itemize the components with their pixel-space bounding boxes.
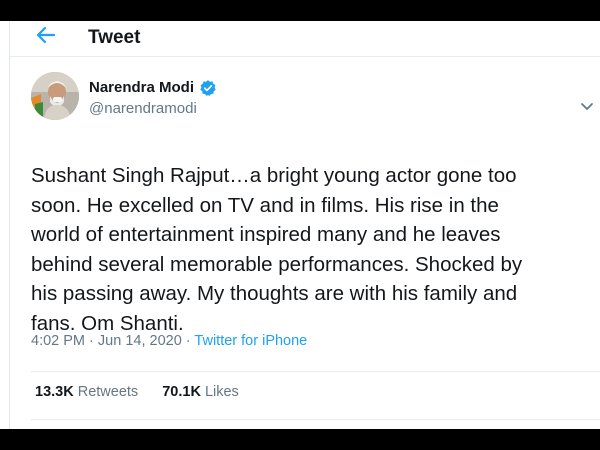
meta-separator: · [185,333,191,349]
chevron-down-icon [581,103,593,110]
likes-count: 70.1K [162,384,201,400]
divider [31,371,600,372]
divider [31,419,600,420]
likes-stat[interactable]: 70.1K Likes [162,384,239,400]
profile-photo [31,72,79,120]
tweet-time[interactable]: 4:02 PM [31,333,85,349]
more-options-button[interactable] [580,99,594,110]
page-title: Tweet [88,27,141,48]
author-handle[interactable]: @narendramodi [89,100,197,117]
retweets-count: 13.3K [35,384,74,400]
avatar[interactable] [31,72,79,120]
retweets-label: Retweets [77,384,139,400]
verified-badge-icon [199,79,217,97]
tweet-stats: 13.3K Retweets 70.1K Likes [35,384,259,400]
likes-label: Likes [204,384,239,400]
page-header: Tweet [10,21,600,57]
retweets-stat[interactable]: 13.3K Retweets [35,384,138,400]
tweet-date[interactable]: Jun 14, 2020 [98,333,182,349]
tweet-meta: 4:02 PM · Jun 14, 2020 · Twitter for iPh… [31,333,307,349]
arrow-left-icon [36,26,56,44]
tweet-screen: Tweet Narendra Modi @narendramodi Sushan… [0,21,600,429]
tweet-text: Sushant Singh Rajput…a bright young acto… [31,164,523,335]
back-button[interactable] [34,23,58,47]
meta-separator: · [89,333,94,349]
tweet-source-link[interactable]: Twitter for iPhone [194,333,307,349]
column-border [9,21,10,429]
author-name[interactable]: Narendra Modi [89,79,194,96]
